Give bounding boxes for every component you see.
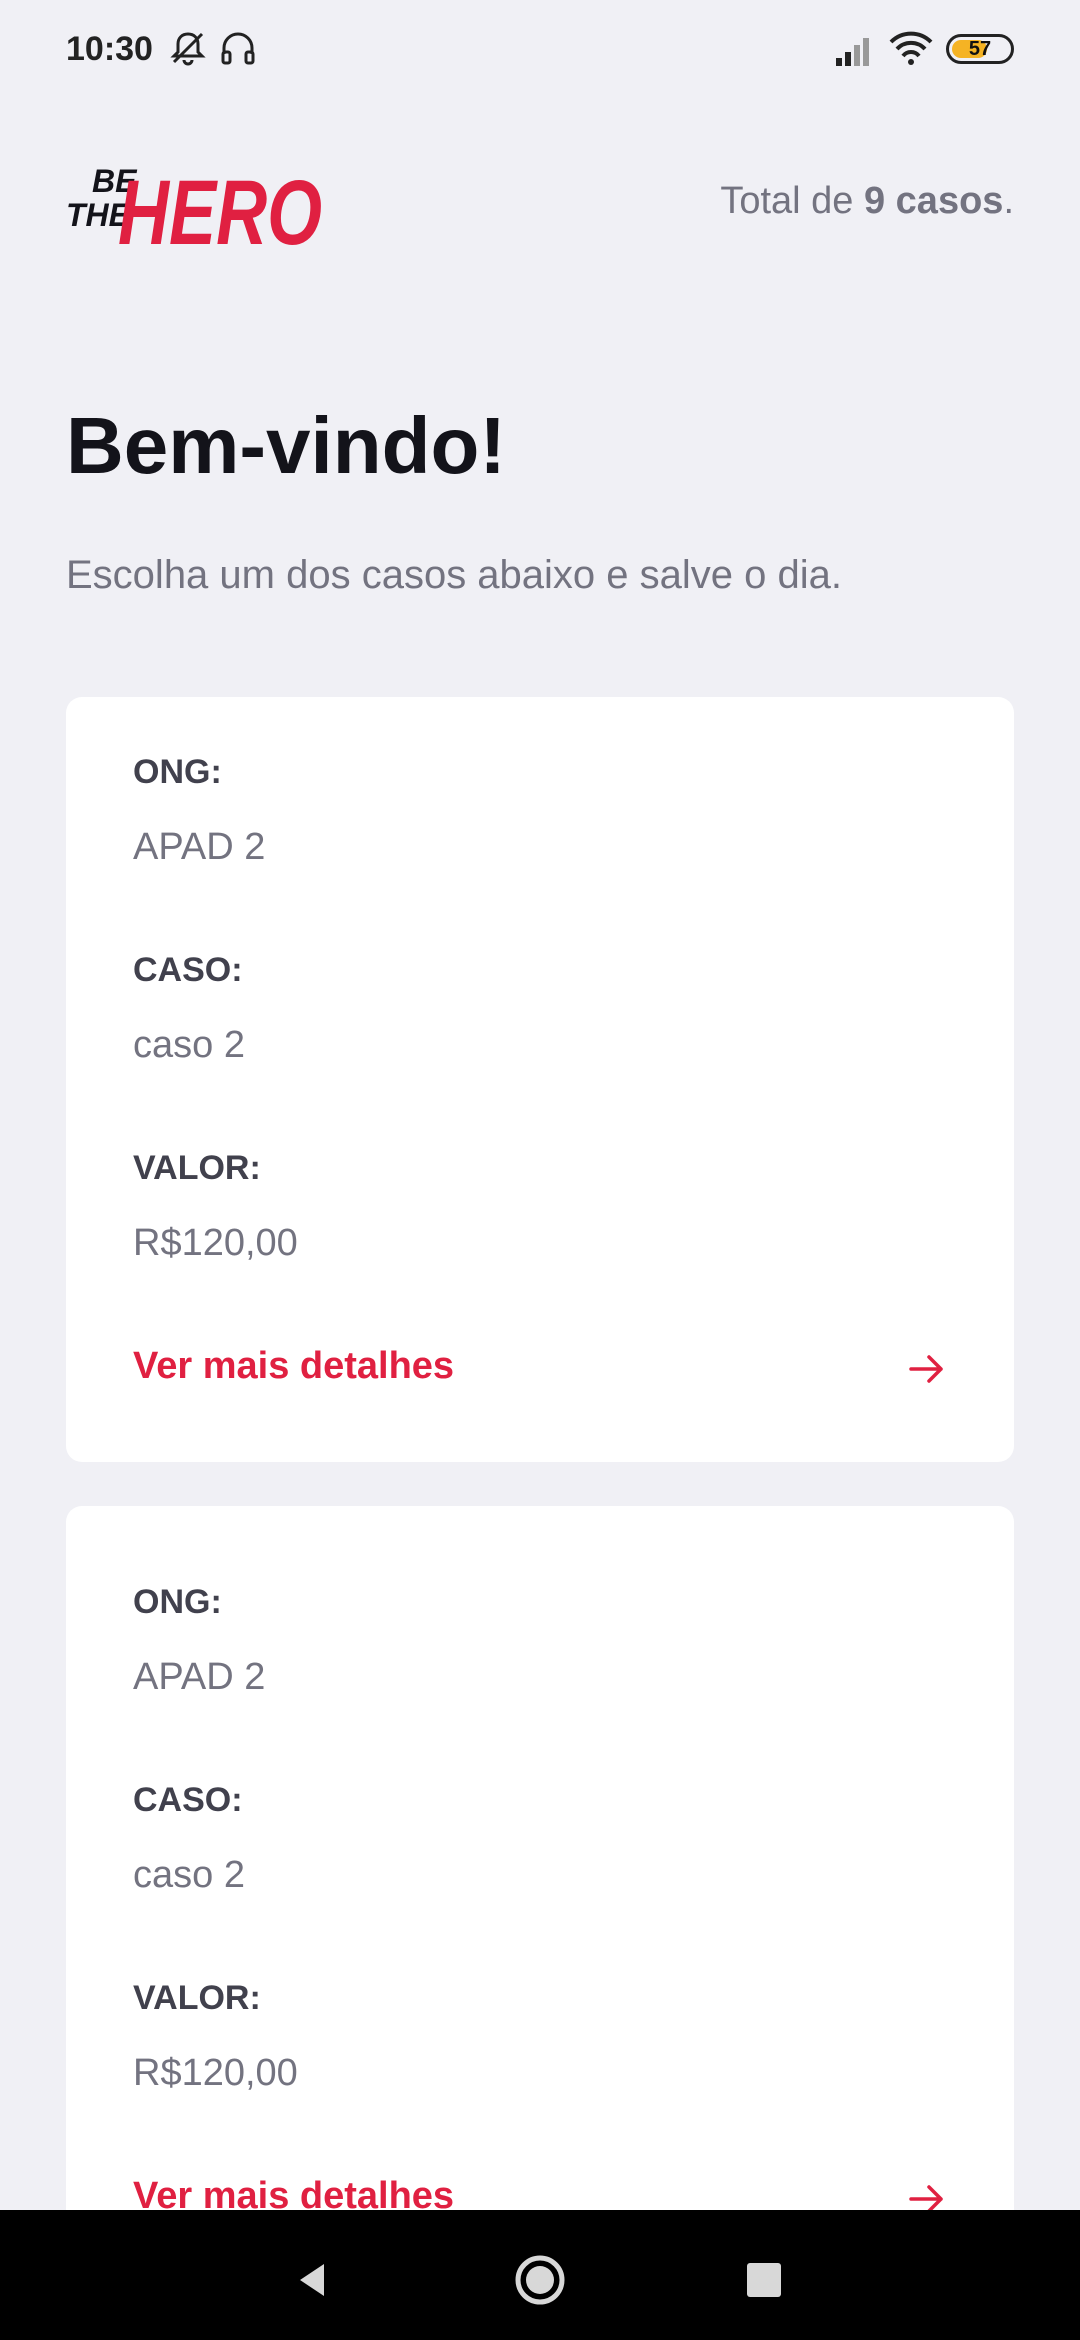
case-card: ONG: APAD 2 CASO: caso 2 VALOR: R$120,00… [66,1506,1014,2306]
svg-text:HERO: HERO [118,162,322,260]
total-prefix: Total de [720,180,864,222]
ong-value: APAD 2 [133,1656,266,1698]
battery-icon: 57 [946,34,1014,64]
mute-icon [170,32,206,66]
total-cases: Total de 9 casos. [720,180,1014,223]
ong-label: ONG: [133,1583,222,1621]
caso-label: CASO: [133,951,243,989]
valor-value: R$120,00 [133,1222,298,1264]
recents-icon[interactable] [734,2250,794,2310]
status-time: 10:30 [66,30,153,68]
page-subtitle: Escolha um dos casos abaixo e salve o di… [66,553,842,597]
headset-icon [221,32,255,65]
total-suffix: . [1003,180,1014,222]
navigation-bar [0,2210,1080,2340]
back-icon[interactable] [284,2250,344,2310]
header: BE THE HERO Total de 9 casos. [66,140,1014,260]
total-count: 9 casos [863,180,1004,222]
valor-label: VALOR: [133,1979,261,2017]
ong-value: APAD 2 [133,826,266,868]
be-the-hero-logo: BE THE HERO [66,162,322,260]
details-button[interactable]: Ver mais detalhes [133,1345,947,1405]
valor-value: R$120,00 [133,2052,298,2094]
home-icon[interactable] [510,2250,570,2310]
caso-value: caso 2 [133,1854,245,1896]
status-bar: 10:30 57 [0,0,1080,100]
valor-label: VALOR: [133,1149,261,1187]
page-title: Bem-vindo! [66,401,506,490]
signal-icon [836,38,869,66]
app-screen: 10:30 57 BE THE HERO Total de 9 casos. B… [0,0,1080,2340]
ong-label: ONG: [133,753,222,791]
caso-label: CASO: [133,1781,243,1819]
caso-value: caso 2 [133,1024,245,1066]
wifi-icon [889,31,933,65]
case-card: ONG: APAD 2 CASO: caso 2 VALOR: R$120,00… [66,697,1014,1462]
details-label: Ver mais detalhes [133,1345,455,1387]
battery-percent: 57 [968,38,992,60]
arrow-right-icon [909,1355,943,1383]
